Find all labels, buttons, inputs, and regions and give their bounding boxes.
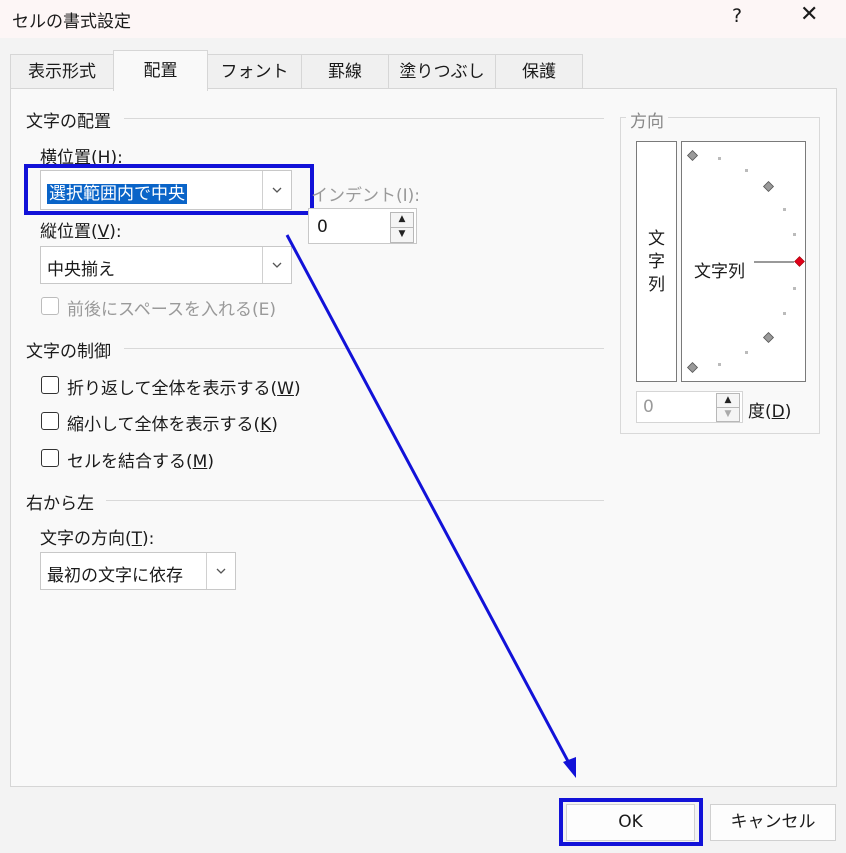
vertical-label: 縦位置(V): xyxy=(40,222,122,242)
degrees-label: 度(D) xyxy=(748,402,792,422)
orientation-heading: 方向 xyxy=(626,107,668,132)
justify-distributed-label: 前後にスペースを入れる(E) xyxy=(67,300,276,320)
dialog-title: セルの書式設定 xyxy=(12,12,131,32)
chevron-down-icon xyxy=(206,553,235,589)
indent-label: インデント(I): xyxy=(311,186,421,206)
tab-alignment[interactable]: 配置 xyxy=(113,50,208,91)
indent-value: 0 xyxy=(317,217,328,237)
tab-font[interactable]: フォント xyxy=(207,54,302,89)
cancel-button[interactable]: キャンセル xyxy=(710,804,836,841)
shrink-to-fit-label: 縮小して全体を表示する(K) xyxy=(67,415,278,435)
divider xyxy=(106,500,604,501)
tab-protection[interactable]: 保護 xyxy=(495,54,583,89)
vertical-alignment-dropdown[interactable]: 中央揃え xyxy=(40,246,292,284)
text-direction-label: 文字の方向(T): xyxy=(40,529,155,549)
text-control-heading: 文字の制御 xyxy=(26,342,111,362)
indent-spinner[interactable]: 0 ▲ ▼ xyxy=(308,208,417,244)
degrees-value: 0 xyxy=(643,397,654,417)
orientation-dial-text: 文字列 xyxy=(694,262,745,282)
chevron-down-icon xyxy=(262,247,291,283)
divider xyxy=(124,348,604,349)
tab-border[interactable]: 罫線 xyxy=(301,54,389,89)
shrink-to-fit-checkbox[interactable] xyxy=(41,412,59,430)
spin-down-icon[interactable]: ▼ xyxy=(390,227,414,243)
merge-cells-checkbox[interactable] xyxy=(41,449,59,467)
tab-fill[interactable]: 塗りつぶし xyxy=(388,54,496,89)
text-direction-value: 最初の文字に依存 xyxy=(47,566,183,586)
rtl-heading: 右から左 xyxy=(26,494,94,514)
text-direction-dropdown[interactable]: 最初の文字に依存 xyxy=(40,552,236,590)
orientation-dial[interactable]: 文字列 xyxy=(681,141,806,382)
vertical-text-button[interactable]: 文 字 列 xyxy=(636,141,677,382)
close-icon[interactable]: ✕ xyxy=(800,2,818,27)
wrap-text-checkbox[interactable] xyxy=(41,376,59,394)
justify-distributed-checkbox[interactable] xyxy=(41,297,59,315)
help-icon[interactable]: ? xyxy=(732,5,742,27)
wrap-text-label: 折り返して全体を表示する(W) xyxy=(67,379,301,399)
tab-number[interactable]: 表示形式 xyxy=(10,54,114,89)
annotation-highlight-box xyxy=(24,164,314,215)
degrees-spinner[interactable]: 0 ▲ ▼ xyxy=(636,391,743,423)
spin-down-icon[interactable]: ▼ xyxy=(716,407,740,422)
merge-cells-label: セルを結合する(M) xyxy=(67,452,214,472)
vertical-alignment-value: 中央揃え xyxy=(47,260,115,280)
spin-up-icon[interactable]: ▲ xyxy=(390,212,414,228)
text-alignment-heading: 文字の配置 xyxy=(26,112,111,132)
spin-up-icon[interactable]: ▲ xyxy=(716,393,740,408)
ok-annotation-box xyxy=(559,798,703,846)
divider xyxy=(124,118,604,119)
